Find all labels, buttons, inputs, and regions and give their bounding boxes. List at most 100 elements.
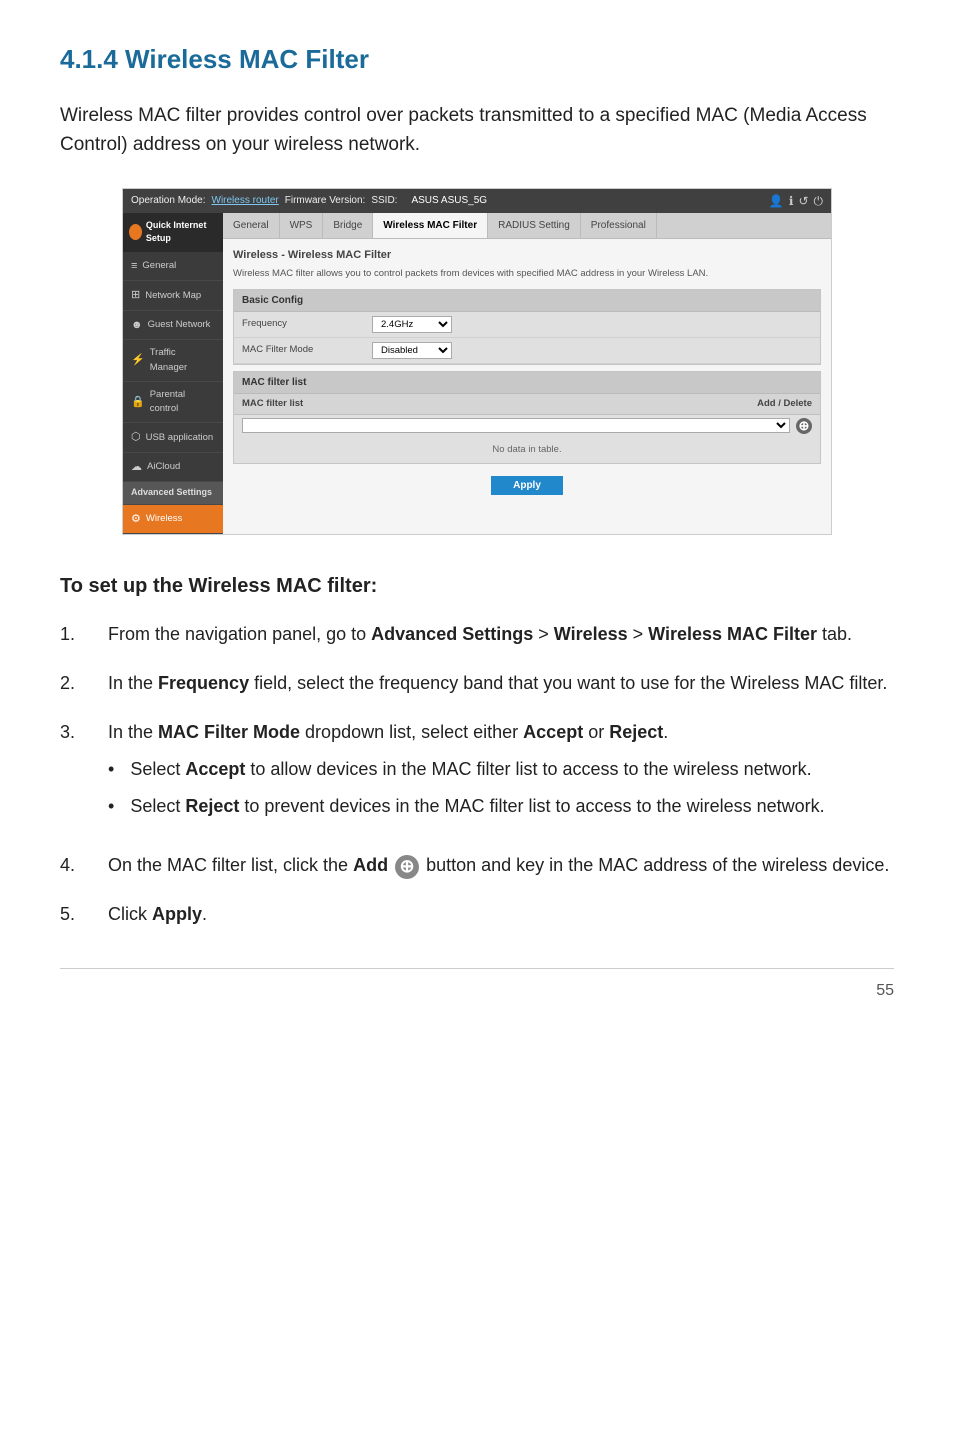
step-1: From the navigation panel, go to Advance… [60, 621, 894, 648]
step-3-bold-accept: Accept [523, 722, 583, 742]
refresh-icon: ↺ [798, 192, 808, 210]
step-3: In the MAC Filter Mode dropdown list, se… [60, 719, 894, 830]
logo-text: Quick Internet Setup [146, 219, 217, 246]
mac-filter-add-delete-col: Add / Delete [757, 397, 812, 411]
basic-config-block: Basic Config Frequency 2.4GHz 5GHz MAC F… [233, 289, 821, 365]
apply-button[interactable]: Apply [491, 476, 563, 495]
step-2-bold-frequency: Frequency [158, 673, 249, 693]
wireless-icon: ⚙ [131, 511, 141, 528]
step-3-bold-mac-filter-mode: MAC Filter Mode [158, 722, 300, 742]
router-body: Quick Internet Setup ≡ General ⊞ Network… [123, 213, 831, 535]
tab-professional[interactable]: Professional [581, 213, 657, 238]
operation-mode-link[interactable]: Wireless router [212, 193, 279, 208]
sidebar-label-guest-network: Guest Network [148, 318, 211, 332]
page-title: 4.1.4 Wireless MAC Filter [60, 40, 894, 79]
content-inner: Wireless - Wireless MAC Filter Wireless … [223, 239, 831, 509]
step-5-text: Click Apply. [108, 901, 207, 928]
bullet-reject-bold: Reject [185, 796, 239, 816]
router-sidebar: Quick Internet Setup ≡ General ⊞ Network… [123, 213, 223, 535]
apply-row: Apply [233, 470, 821, 501]
no-data-text: No data in table. [234, 437, 820, 463]
traffic-manager-icon: ⚡ [131, 352, 145, 369]
page-footer: 55 [60, 968, 894, 1003]
step-3-content: In the MAC Filter Mode dropdown list, se… [108, 719, 825, 830]
content-area: General WPS Bridge Wireless MAC Filter R… [223, 213, 831, 535]
tab-wireless-mac-filter[interactable]: Wireless MAC Filter [373, 213, 488, 238]
step-2-text: In the Frequency field, select the frequ… [108, 670, 887, 697]
instructions-list: From the navigation panel, go to Advance… [60, 621, 894, 928]
mac-filter-list-header: MAC filter list [234, 372, 820, 394]
tab-bridge[interactable]: Bridge [323, 213, 373, 238]
info-icon: ℹ [789, 192, 794, 210]
sidebar-item-guest-network[interactable]: ☻ Guest Network [123, 311, 223, 341]
mac-filter-input-row: ⊕ [234, 415, 820, 437]
mac-filter-list-block: MAC filter list MAC filter list Add / De… [233, 371, 821, 465]
tab-general[interactable]: General [223, 213, 280, 238]
firmware-label: Firmware Version: [285, 193, 366, 208]
topbar-icons: 👤 ℹ ↺ ⏻ [769, 192, 823, 210]
operation-mode-label: Operation Mode: [131, 193, 206, 208]
general-icon: ≡ [131, 258, 137, 275]
sidebar-label-parental-control: Parental control [150, 388, 215, 417]
frequency-select[interactable]: 2.4GHz 5GHz [372, 316, 452, 333]
step-5-bold-apply: Apply [152, 904, 202, 924]
content-description: Wireless MAC filter allows you to contro… [233, 267, 821, 280]
step-3-bullet-reject: Select Reject to prevent devices in the … [108, 793, 825, 820]
step-4-bold-add: Add [353, 855, 388, 875]
tab-radius-setting[interactable]: RADIUS Setting [488, 213, 581, 238]
user-icon: 👤 [769, 192, 784, 210]
step-1-bold-mac-filter: Wireless MAC Filter [648, 624, 817, 644]
sidebar-item-network-map[interactable]: ⊞ Network Map [123, 281, 223, 311]
bullet-accept-bold: Accept [185, 759, 245, 779]
mac-filter-mode-select[interactable]: Disabled Accept Reject [372, 342, 452, 359]
sidebar-label-aicloud: AiCloud [147, 460, 180, 474]
step-2: In the Frequency field, select the frequ… [60, 670, 894, 697]
parental-control-icon: 🔒 [131, 394, 145, 411]
sidebar-label-general: General [142, 259, 176, 273]
power-icon: ⏻ [814, 192, 824, 210]
step-1-text: From the navigation panel, go to Advance… [108, 621, 852, 648]
sidebar-label-wireless: Wireless [146, 512, 182, 526]
aicloud-icon: ☁ [131, 459, 142, 476]
step-5: Click Apply. [60, 901, 894, 928]
step-3-text: In the MAC Filter Mode dropdown list, se… [108, 722, 668, 742]
frequency-label: Frequency [242, 317, 372, 331]
sidebar-label-usb-application: USB application [146, 431, 214, 445]
ssid-values: ASUS ASUS_5G [411, 193, 487, 208]
ssid-label: SSID: [371, 193, 397, 208]
frequency-row: Frequency 2.4GHz 5GHz [234, 312, 820, 338]
step-4: On the MAC filter list, click the Add ⊕ … [60, 852, 894, 879]
sidebar-label-network-map: Network Map [145, 289, 201, 303]
add-icon-inline: ⊕ [395, 855, 419, 879]
mac-filter-mode-label: MAC Filter Mode [242, 343, 372, 357]
logo-icon [129, 224, 142, 240]
step-4-text: On the MAC filter list, click the Add ⊕ … [108, 852, 889, 879]
bullet-reject-text: Select Reject to prevent devices in the … [130, 793, 824, 820]
sidebar-section-advanced: Advanced Settings [123, 482, 223, 505]
sidebar-item-usb-application[interactable]: ⬡ USB application [123, 423, 223, 453]
mac-filter-entry-select[interactable] [242, 418, 790, 433]
step-1-bold-advanced: Advanced Settings [371, 624, 533, 644]
instructions-title: To set up the Wireless MAC filter: [60, 571, 894, 601]
step-3-bold-reject: Reject [609, 722, 663, 742]
basic-config-header: Basic Config [234, 290, 820, 312]
mac-filter-table-header: MAC filter list Add / Delete [234, 394, 820, 415]
sidebar-label-traffic-manager: Traffic Manager [150, 346, 215, 375]
step-1-bold-wireless: Wireless [554, 624, 628, 644]
guest-network-icon: ☻ [131, 317, 143, 334]
intro-paragraph: Wireless MAC filter provides control ove… [60, 101, 894, 160]
sidebar-item-general[interactable]: ≡ General [123, 252, 223, 282]
sidebar-item-traffic-manager[interactable]: ⚡ Traffic Manager [123, 340, 223, 382]
sidebar-item-wireless[interactable]: ⚙ Wireless [123, 505, 223, 535]
add-mac-filter-button[interactable]: ⊕ [796, 418, 812, 434]
step-3-bullet-list: Select Accept to allow devices in the MA… [108, 756, 825, 820]
usb-icon: ⬡ [131, 429, 141, 446]
tab-wps[interactable]: WPS [280, 213, 324, 238]
router-topbar: Operation Mode: Wireless router Firmware… [123, 189, 831, 213]
screenshot-image: Operation Mode: Wireless router Firmware… [122, 188, 832, 536]
tab-bar: General WPS Bridge Wireless MAC Filter R… [223, 213, 831, 239]
sidebar-item-aicloud[interactable]: ☁ AiCloud [123, 453, 223, 483]
mac-filter-list-col: MAC filter list [242, 397, 757, 411]
sidebar-item-parental-control[interactable]: 🔒 Parental control [123, 382, 223, 424]
content-main-title: Wireless - Wireless MAC Filter [233, 247, 821, 264]
